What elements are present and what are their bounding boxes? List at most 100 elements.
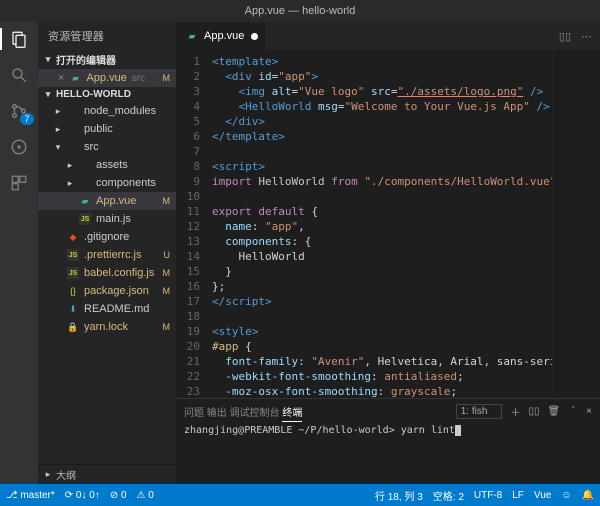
- code-line[interactable]: HelloWorld: [212, 249, 552, 264]
- code-line[interactable]: <style>: [212, 324, 552, 339]
- project-section[interactable]: ▾ HELLO-WORLD: [38, 87, 176, 102]
- editor-group: ▰ App.vue ▯▯ ⋯ 1234567891011121314151617…: [176, 22, 600, 484]
- code-line[interactable]: #app {: [212, 339, 552, 354]
- tree-file[interactable]: ⬇README.md: [38, 300, 176, 318]
- line-number: 9: [176, 174, 200, 189]
- eol-status[interactable]: LF: [512, 490, 524, 501]
- line-number: 16: [176, 279, 200, 294]
- new-terminal-icon[interactable]: ＋: [510, 404, 520, 419]
- vcs-badge: M: [163, 286, 171, 296]
- editor-tab[interactable]: ▰ App.vue: [176, 22, 266, 50]
- code-line[interactable]: <HelloWorld msg="Welcome to Your Vue.js …: [212, 99, 552, 114]
- code-line[interactable]: }: [212, 264, 552, 279]
- code-line[interactable]: </div>: [212, 114, 552, 129]
- git-sync[interactable]: ⟳ 0↓ 0↑: [65, 490, 100, 501]
- line-number: 21: [176, 354, 200, 369]
- tree-folder[interactable]: ▸assets: [38, 156, 176, 174]
- tree-item-label: node_modules: [84, 105, 156, 117]
- chevron-down-icon: ▾: [44, 89, 52, 100]
- line-number: 14: [176, 249, 200, 264]
- tree-file[interactable]: ▰App.vueM: [38, 192, 176, 210]
- scm-badge: 7: [20, 113, 33, 125]
- code-line[interactable]: <script>: [212, 159, 552, 174]
- indent-status[interactable]: 空格: 2: [433, 488, 464, 503]
- code-line[interactable]: font-family: "Avenir", Helvetica, Arial,…: [212, 354, 552, 369]
- code-line[interactable]: <img alt="Vue logo" src="./assets/logo.p…: [212, 84, 552, 99]
- code-line[interactable]: name: "app",: [212, 219, 552, 234]
- terminal-picker[interactable]: 1: fish: [456, 404, 503, 419]
- git-branch[interactable]: ⎇ master*: [6, 490, 55, 501]
- close-panel-icon[interactable]: ×: [586, 406, 592, 417]
- chevron-right-icon: ▸: [66, 160, 74, 171]
- statusbar: ⎇ master* ⟳ 0↓ 0↑ ⊘ 0 ⚠ 0 行 18, 列 3 空格: …: [0, 484, 600, 506]
- terminal[interactable]: zhangjing@PREAMBLE ~/P/hello-world> yarn…: [176, 423, 600, 484]
- line-number: 13: [176, 234, 200, 249]
- code-line[interactable]: [212, 144, 552, 159]
- split-editor-icon[interactable]: ▯▯: [559, 30, 571, 43]
- lock-file-icon: 🔒: [67, 321, 79, 333]
- code-line[interactable]: </template>: [212, 129, 552, 144]
- tree-item-label: src: [84, 141, 99, 153]
- code-line[interactable]: -moz-osx-font-smoothing: grayscale;: [212, 384, 552, 398]
- source-control-icon[interactable]: 7: [8, 100, 30, 122]
- tree-folder[interactable]: ▸components: [38, 174, 176, 192]
- outline-section[interactable]: ▸ 大纲: [38, 464, 176, 484]
- tree-folder[interactable]: ▾src: [38, 138, 176, 156]
- open-editor-item[interactable]: × ▰ App.vue src M: [38, 69, 176, 87]
- line-number: 15: [176, 264, 200, 279]
- js-file-icon: JS: [67, 249, 79, 261]
- code-line[interactable]: import HelloWorld from "./components/Hel…: [212, 174, 552, 189]
- code-line[interactable]: <div id="app">: [212, 69, 552, 84]
- close-icon[interactable]: ×: [58, 72, 64, 84]
- status-warnings[interactable]: ⚠ 0: [137, 490, 154, 501]
- line-number: 12: [176, 219, 200, 234]
- encoding-status[interactable]: UTF-8: [474, 490, 502, 501]
- code-line[interactable]: [212, 309, 552, 324]
- code-editor[interactable]: 1234567891011121314151617181920212223242…: [176, 50, 600, 398]
- folder-file-icon: [67, 105, 79, 117]
- tree-folder[interactable]: ▸public: [38, 120, 176, 138]
- panel-tab[interactable]: 问题: [184, 408, 204, 419]
- code-line[interactable]: -webkit-font-smoothing: antialiased;: [212, 369, 552, 384]
- code-line[interactable]: </script>: [212, 294, 552, 309]
- feedback-icon[interactable]: ☺: [561, 490, 571, 501]
- extensions-icon[interactable]: [8, 172, 30, 194]
- tree-file[interactable]: ◆.gitignore: [38, 228, 176, 246]
- more-icon[interactable]: ⋯: [581, 30, 592, 43]
- panel-tab[interactable]: 调试控制台: [230, 408, 280, 419]
- open-editors-section[interactable]: ▾ 打开的编辑器: [38, 50, 176, 69]
- editor-tabs: ▰ App.vue ▯▯ ⋯: [176, 22, 600, 50]
- split-terminal-icon[interactable]: ▯▯: [528, 406, 539, 417]
- git-file-icon: ◆: [67, 231, 79, 243]
- code-line[interactable]: [212, 189, 552, 204]
- tree-file[interactable]: JSmain.js: [38, 210, 176, 228]
- explorer-icon[interactable]: [8, 28, 30, 50]
- titlebar: App.vue — hello-world: [0, 0, 600, 22]
- line-number: 23: [176, 384, 200, 398]
- panel-tab[interactable]: 输出: [207, 408, 227, 419]
- maximize-panel-icon[interactable]: ＾: [568, 404, 578, 419]
- status-errors[interactable]: ⊘ 0: [110, 490, 127, 501]
- line-number: 7: [176, 144, 200, 159]
- debug-icon[interactable]: [8, 136, 30, 158]
- search-icon[interactable]: [8, 64, 30, 86]
- language-status[interactable]: Vue: [534, 490, 551, 501]
- tree-file[interactable]: {}package.jsonM: [38, 282, 176, 300]
- tree-file[interactable]: 🔒yarn.lockM: [38, 318, 176, 336]
- tree-file[interactable]: JSbabel.config.jsM: [38, 264, 176, 282]
- code-line[interactable]: export default {: [212, 204, 552, 219]
- tree-folder[interactable]: ▸node_modules: [38, 102, 176, 120]
- code-line[interactable]: components: {: [212, 234, 552, 249]
- line-number: 19: [176, 324, 200, 339]
- tree-file[interactable]: JS.prettierrc.jsU: [38, 246, 176, 264]
- minimap[interactable]: [552, 50, 600, 398]
- code-content[interactable]: <template> <div id="app"> <img alt="Vue …: [208, 50, 552, 398]
- trash-icon[interactable]: 🗑: [547, 406, 560, 417]
- code-line[interactable]: };: [212, 279, 552, 294]
- open-editor-dir: src: [132, 73, 145, 84]
- code-line[interactable]: <template>: [212, 54, 552, 69]
- panel-tab[interactable]: 终端: [282, 408, 302, 422]
- bell-icon[interactable]: 🔔: [582, 490, 594, 501]
- cursor-position[interactable]: 行 18, 列 3: [375, 488, 423, 503]
- tree-item-label: App.vue: [96, 195, 136, 207]
